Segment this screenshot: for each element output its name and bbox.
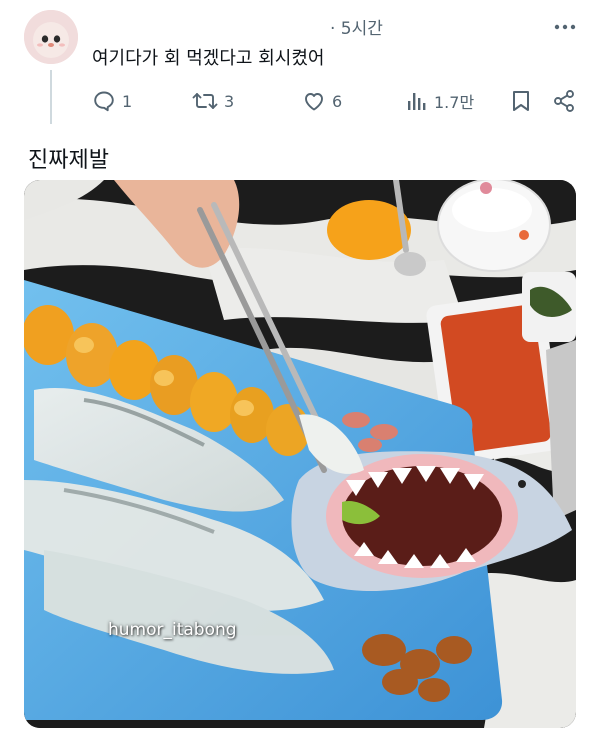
avatar[interactable]: [24, 10, 78, 64]
reply-button[interactable]: 1: [92, 86, 132, 116]
share-button[interactable]: [552, 86, 576, 116]
repost-button[interactable]: 3: [192, 86, 234, 116]
bookmark-button[interactable]: [510, 86, 532, 116]
post-timestamp[interactable]: · 5시간: [330, 14, 383, 39]
like-button[interactable]: 6: [302, 86, 342, 116]
post-photo[interactable]: humor_itabong: [24, 180, 576, 728]
like-icon: [305, 93, 323, 111]
views-button[interactable]: 1.7만: [406, 86, 474, 116]
photo-image: [24, 180, 576, 728]
reply-count: 1: [122, 91, 133, 111]
photo-watermark: humor_itabong: [108, 620, 237, 640]
reply-text: 진짜제발: [28, 148, 109, 173]
share-icon: [554, 90, 574, 112]
avatar-face-icon: [24, 10, 78, 64]
like-count: 6: [332, 91, 343, 111]
bookmark-icon: [513, 91, 529, 111]
post-text: 여기다가 회 먹겠다고 회시켰어: [92, 48, 325, 69]
action-bar: 1 3 6 1.7만: [0, 86, 600, 116]
views-icon: [408, 93, 426, 110]
repost-icon: [192, 93, 218, 109]
reply-icon: [94, 91, 114, 112]
more-icon[interactable]: [552, 14, 578, 44]
repost-count: 3: [224, 91, 235, 111]
view-count: 1.7만: [434, 93, 475, 112]
